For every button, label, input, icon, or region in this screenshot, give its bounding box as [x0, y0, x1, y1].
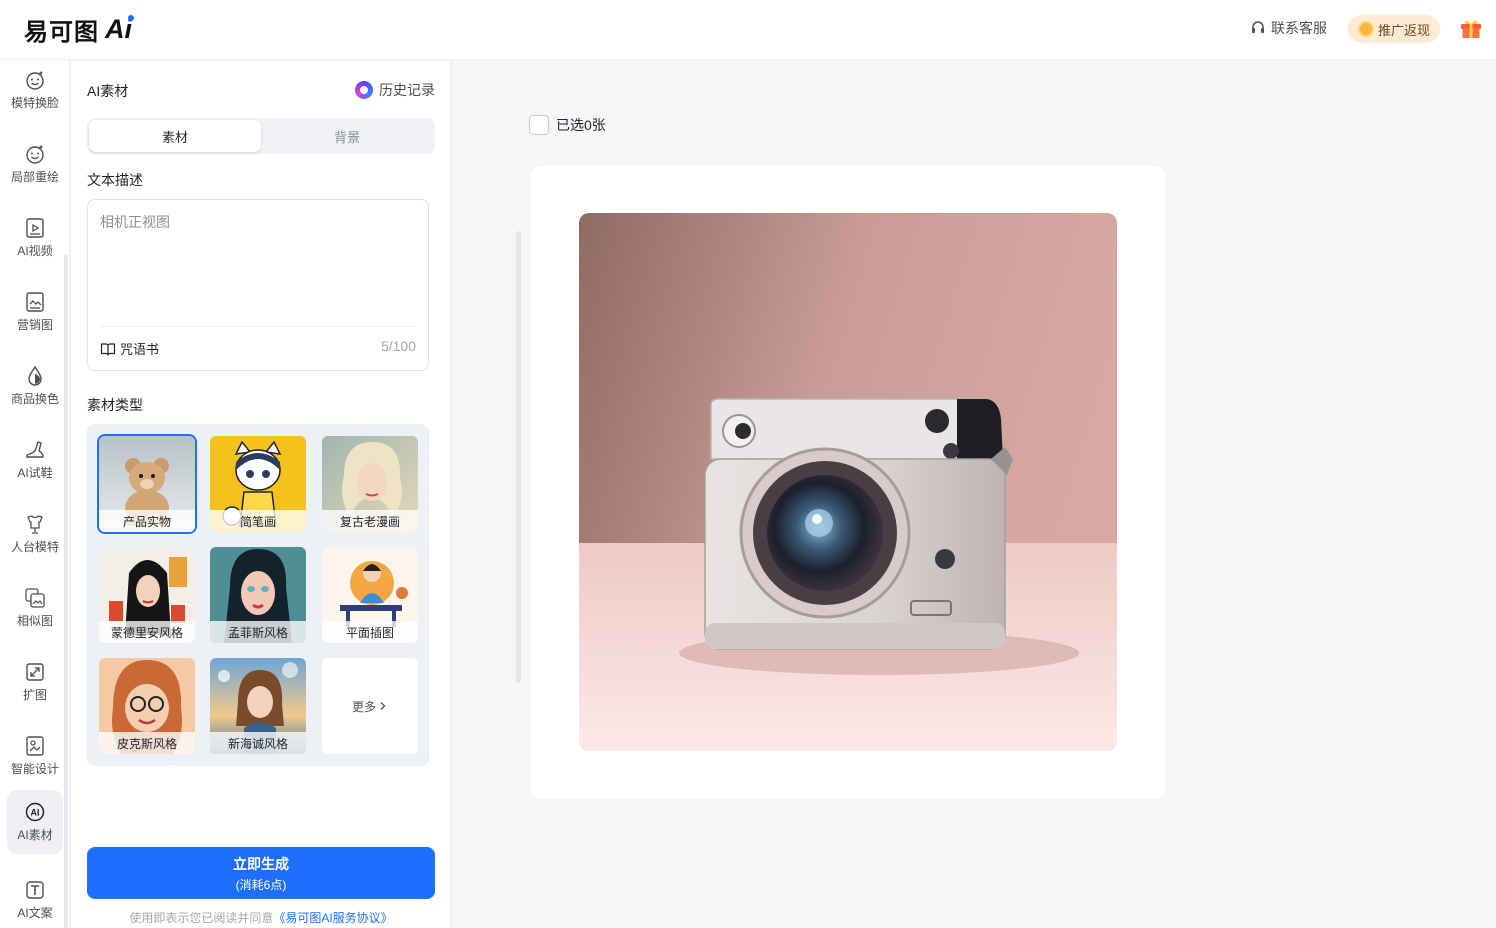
type-card-sketch[interactable]: 简笔画: [210, 436, 306, 532]
description-input[interactable]: [100, 212, 416, 312]
type-card-flat-illustration[interactable]: 平面插图: [322, 547, 418, 643]
nav-label: AI试鞋: [17, 466, 53, 480]
svg-text:AI: AI: [31, 808, 40, 818]
material-type-label: 素材类型: [87, 397, 143, 413]
color-drop-icon: [28, 365, 42, 386]
promo-cashback-button[interactable]: 推广返现: [1348, 15, 1440, 43]
nav-scrollbar[interactable]: [64, 255, 68, 928]
chevron-right-icon: [380, 702, 386, 710]
tab-background[interactable]: 背景: [261, 120, 433, 152]
shoe-icon: [26, 441, 44, 458]
tab-material[interactable]: 素材: [89, 120, 261, 152]
char-counter: 5/100: [380, 338, 416, 354]
coin-icon: [1357, 21, 1374, 37]
history-icon: [355, 81, 373, 99]
type-card-shinkai[interactable]: 新海诚风格: [210, 658, 306, 754]
selected-count-label: 已选0张: [556, 117, 606, 133]
nav-item-ai-video[interactable]: AI视频: [7, 206, 63, 270]
nav-label: 智能设计: [10, 762, 59, 776]
similar-image-icon: [25, 588, 45, 608]
agreement-text: 使用即表示您已阅读并同意《易可图AI服务协议》: [71, 909, 451, 926]
nav-label: AI素材: [17, 828, 53, 842]
logo-ai-mark: Ai: [105, 13, 134, 44]
type-card-retro-comic[interactable]: 复古老漫画: [322, 436, 418, 532]
select-all-checkbox[interactable]: 已选0张: [529, 115, 606, 135]
nav-item-expand-image[interactable]: 扩图: [7, 650, 63, 714]
headset-icon: [1252, 21, 1264, 33]
nav-label: 人台模特: [10, 540, 59, 554]
nav-item-partial-redraw[interactable]: 局部重绘: [7, 132, 63, 196]
mannequin-icon: [27, 515, 43, 534]
ai-badge-icon: AI: [25, 802, 45, 822]
nav-item-ai-shoe-tryon[interactable]: AI试鞋: [7, 428, 63, 492]
history-button[interactable]: 历史记录: [355, 80, 435, 100]
top-bar: 易可图 Ai 联系客服 推广返现: [0, 0, 1496, 60]
divider: [100, 326, 416, 327]
nav-item-ai-material[interactable]: AI AI素材: [7, 790, 63, 854]
settings-panel: AI素材 历史记录 素材 背景 文本描述 咒语书 5/100 素材类型: [71, 61, 521, 928]
more-types-button[interactable]: 更多: [322, 658, 418, 754]
marketing-image-icon: [26, 292, 44, 312]
nav-item-smart-design[interactable]: 智能设计: [7, 724, 63, 788]
face-swap-icon: [26, 71, 44, 90]
type-card-memphis[interactable]: 孟菲斯风格: [210, 547, 306, 643]
nav-label: 模特换脸: [10, 96, 59, 110]
spellbook-button[interactable]: 咒语书: [100, 339, 159, 358]
history-label: 历史记录: [379, 82, 435, 98]
nav-label: 商品换色: [10, 392, 59, 406]
material-type-grid: 产品实物 简笔画 复古老漫画 蒙德里安风格 孟菲斯风格 平面插图 皮克斯风格 新…: [87, 424, 429, 766]
smart-design-icon: [26, 736, 44, 756]
generate-label: 立即生成: [233, 855, 289, 872]
logo-text: 易可图: [24, 18, 99, 46]
contact-support-button[interactable]: 联系客服: [1250, 18, 1327, 38]
promo-label: 推广返现: [1377, 22, 1430, 38]
nav-label: 相似图: [16, 614, 53, 628]
nav-item-product-recolor[interactable]: 商品换色: [7, 354, 63, 418]
type-card-label: 平面插图: [322, 621, 418, 643]
type-card-mondrian[interactable]: 蒙德里安风格: [99, 547, 195, 643]
description-label: 文本描述: [87, 172, 143, 188]
type-card-label: 蒙德里安风格: [99, 621, 195, 643]
app-logo[interactable]: 易可图 Ai: [24, 13, 134, 46]
type-card-label: 孟菲斯风格: [210, 621, 306, 643]
nav-item-mannequin-model[interactable]: 人台模特: [7, 502, 63, 566]
type-card-label: 产品实物: [99, 510, 195, 532]
nav-label: AI文案: [17, 906, 53, 920]
type-card-pixar[interactable]: 皮克斯风格: [99, 658, 195, 754]
panel-scrollbar[interactable]: [516, 231, 521, 683]
type-card-label: 复古老漫画: [322, 510, 418, 532]
partial-redraw-icon: [26, 145, 44, 164]
more-label: 更多: [351, 699, 376, 714]
type-card-product[interactable]: 产品实物: [97, 434, 197, 534]
nav-item-similar-image[interactable]: 相似图: [7, 576, 63, 640]
nav-item-marketing-image[interactable]: 营销图: [7, 280, 63, 344]
generate-button[interactable]: 立即生成 (消耗6点): [87, 847, 435, 899]
agreement-link[interactable]: 《易可图AI服务协议》: [273, 911, 392, 925]
video-icon: [26, 218, 44, 238]
gift-icon[interactable]: [1459, 16, 1483, 40]
panel-title: AI素材: [87, 83, 129, 99]
checkbox-box[interactable]: [529, 115, 549, 135]
left-nav: 模特换脸 局部重绘 AI视频 营销图 商品换色 AI试鞋 人台模特 相似图 扩图…: [0, 60, 70, 928]
contact-label: 联系客服: [1271, 20, 1327, 36]
agreement-prefix: 使用即表示您已阅读并同意: [129, 911, 274, 925]
expand-image-icon: [26, 663, 44, 681]
tab-bar: 素材 背景: [87, 118, 435, 154]
nav-item-model-face-swap[interactable]: 模特换脸: [7, 60, 63, 122]
generated-camera-image[interactable]: [579, 213, 1117, 751]
type-card-label: 简笔画: [210, 510, 306, 532]
result-card: [531, 166, 1165, 799]
generate-cost: (消耗6点): [235, 877, 287, 892]
book-icon: [100, 342, 116, 356]
description-box: 咒语书 5/100: [87, 199, 429, 371]
spellbook-label: 咒语书: [120, 342, 160, 357]
type-card-label: 皮克斯风格: [99, 732, 195, 754]
nav-label: 营销图: [16, 318, 53, 332]
type-card-label: 新海诚风格: [210, 732, 306, 754]
nav-label: AI视频: [17, 244, 53, 258]
nav-label: 扩图: [22, 688, 47, 702]
nav-label: 局部重绘: [10, 170, 59, 184]
nav-item-ai-copywriting[interactable]: AI文案: [7, 868, 63, 928]
text-t-icon: [26, 881, 44, 899]
